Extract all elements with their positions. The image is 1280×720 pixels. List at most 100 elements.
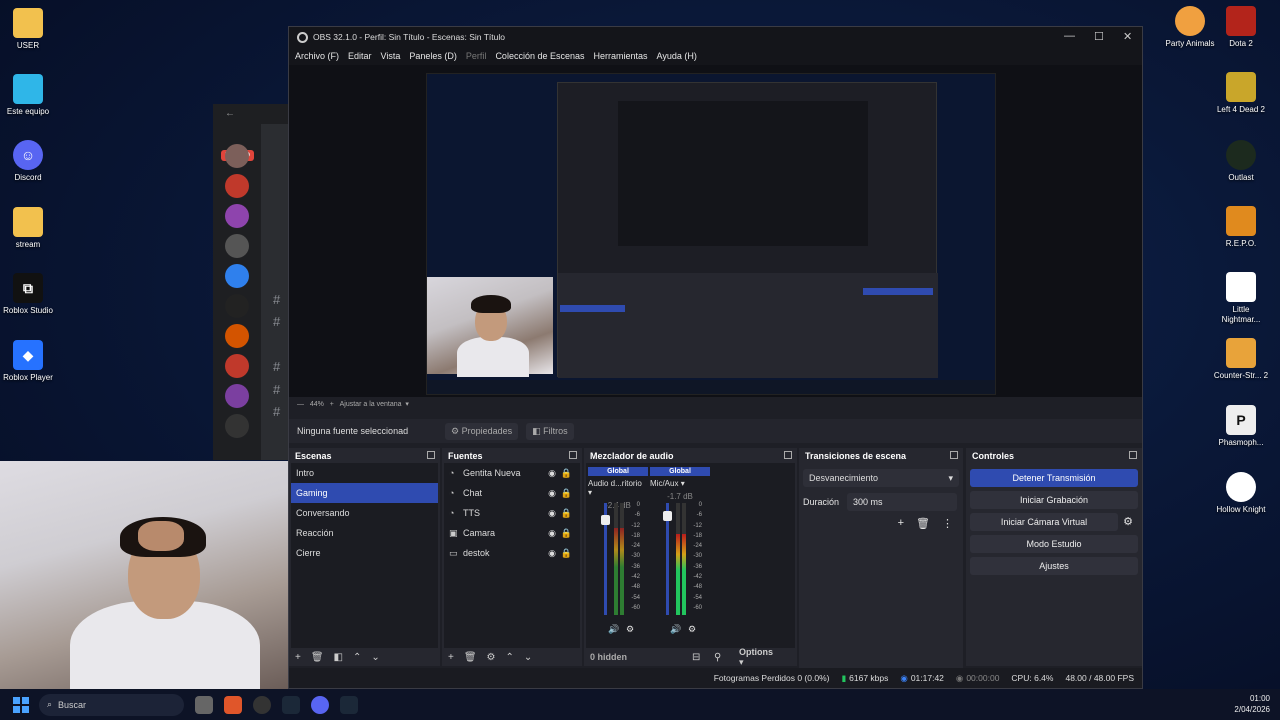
settings-icon[interactable]: ⚙	[626, 624, 634, 635]
steam-icon[interactable]	[282, 695, 300, 714]
channel-hash-icon[interactable]: #	[273, 404, 280, 419]
menu-coleccion[interactable]: Colección de Escenas	[495, 51, 584, 61]
fader-knob[interactable]	[663, 511, 672, 521]
arrow-down-icon[interactable]: ⌄	[524, 652, 532, 663]
volume-fader[interactable]	[663, 503, 672, 615]
link-icon[interactable]: ⚲	[714, 652, 721, 663]
brave-icon[interactable]	[224, 695, 242, 714]
server-icon[interactable]	[225, 174, 249, 198]
scene-item-selected[interactable]: Gaming	[291, 483, 438, 503]
channel-hash-icon[interactable]: #	[273, 382, 280, 397]
close-icon[interactable]: ✕	[1123, 30, 1132, 43]
eye-icon[interactable]: ◉	[548, 463, 556, 483]
minimize-icon[interactable]: —	[1064, 30, 1075, 42]
stop-streaming-button[interactable]: Detener Transmisión	[970, 469, 1138, 487]
desktop-icon-roblox-player[interactable]: ◆ Roblox Player	[0, 340, 56, 383]
undock-icon[interactable]	[784, 451, 792, 459]
undock-icon[interactable]	[1129, 451, 1137, 459]
speaker-icon[interactable]: 🔊	[608, 624, 619, 635]
layout-icon[interactable]: ⊟	[692, 652, 700, 663]
taskbar-search[interactable]: ⌕ Buscar	[39, 693, 184, 716]
trash-icon[interactable]: 🗑	[464, 652, 477, 663]
lock-icon[interactable]: 🔒	[561, 463, 572, 483]
desktop-icon-party-animals[interactable]: Party Animals	[1162, 6, 1218, 49]
menu-herramientas[interactable]: Herramientas	[594, 51, 648, 61]
options-button[interactable]: Options ▾	[739, 647, 787, 668]
server-icon[interactable]	[225, 234, 249, 258]
arrow-down-icon[interactable]: ⌄	[371, 652, 379, 663]
duration-input[interactable]: 300 ms	[847, 493, 958, 511]
studio-mode-button[interactable]: Modo Estudio	[970, 535, 1138, 553]
file-explorer-icon[interactable]	[195, 695, 213, 714]
discord-icon[interactable]	[311, 695, 329, 714]
trash-icon[interactable]: 🗑	[311, 652, 324, 663]
desktop-icon-outlast[interactable]: Outlast	[1213, 140, 1269, 183]
scene-item[interactable]: Reacción	[291, 523, 438, 543]
undock-icon[interactable]	[569, 451, 577, 459]
add-icon[interactable]: +	[295, 652, 301, 663]
undock-icon[interactable]	[950, 451, 958, 459]
speaker-icon[interactable]: 🔊	[670, 624, 681, 635]
desktop-icon-roblox-studio[interactable]: ⧉ Roblox Studio	[0, 273, 56, 316]
desktop-icon-cs2[interactable]: Counter-Str... 2	[1213, 338, 1269, 381]
server-icon[interactable]	[225, 324, 249, 348]
desktop-icon-l4d2[interactable]: Left 4 Dead 2	[1213, 72, 1269, 115]
desktop-icon-este-equipo[interactable]: Este equipo	[0, 74, 56, 117]
lock-icon[interactable]: 🔒	[561, 523, 572, 543]
lock-icon[interactable]: 🔒	[561, 543, 572, 563]
obs-icon[interactable]	[253, 695, 271, 714]
desktop-icon-repo[interactable]: R.E.P.O.	[1213, 206, 1269, 249]
source-item[interactable]: ▭ destok ◉ 🔒	[444, 543, 580, 563]
channel-hash-icon[interactable]: #	[273, 359, 280, 374]
menu-editar[interactable]: Editar	[348, 51, 372, 61]
start-virtual-camera-button[interactable]: Iniciar Cámara Virtual	[970, 513, 1118, 531]
channel-hash-icon[interactable]: #	[273, 292, 280, 307]
obs-window[interactable]: OBS 32.1.0 - Perfil: Sin Título - Escena…	[288, 26, 1143, 689]
add-icon[interactable]: +	[448, 652, 454, 663]
desktop-icon-discord[interactable]: ☺ Discord	[0, 140, 56, 183]
chevron-down-icon[interactable]: ▾	[681, 479, 685, 488]
system-tray[interactable]: 01:00 2/04/2026	[1234, 693, 1270, 715]
desktop-icon-little-nightmares[interactable]: Little Nightmar...	[1213, 272, 1269, 325]
gear-icon[interactable]: ⚙	[1118, 513, 1138, 531]
scene-item[interactable]: Intro	[291, 463, 438, 483]
add-icon[interactable]: +	[898, 517, 904, 530]
scene-item[interactable]: Conversando	[291, 503, 438, 523]
server-icon[interactable]	[225, 294, 249, 318]
settings-button[interactable]: Ajustes	[970, 557, 1138, 575]
transition-select[interactable]: Desvanecimiento ▾	[803, 469, 959, 487]
fit-window[interactable]: Ajustar a la ventana	[340, 401, 402, 408]
menu-ayuda[interactable]: Ayuda (H)	[657, 51, 697, 61]
lock-icon[interactable]: 🔒	[561, 483, 572, 503]
menu-vista[interactable]: Vista	[381, 51, 401, 61]
fader-knob[interactable]	[601, 515, 610, 525]
chevron-down-icon[interactable]: ▾	[588, 488, 592, 497]
start-recording-button[interactable]: Iniciar Grabación	[970, 491, 1138, 509]
arrow-up-icon[interactable]: ⌃	[506, 652, 514, 663]
source-item[interactable]: ◔ Gentita Nueva ◉ 🔒	[444, 463, 580, 483]
channel-hash-icon[interactable]: #	[273, 314, 280, 329]
server-icon[interactable]	[225, 354, 249, 378]
server-icon[interactable]	[225, 204, 249, 228]
maximize-icon[interactable]: ☐	[1094, 30, 1104, 43]
menu-archivo[interactable]: Archivo (F)	[295, 51, 339, 61]
eye-icon[interactable]: ◉	[548, 543, 556, 563]
source-item[interactable]: ▣ Camara ◉ 🔒	[444, 523, 580, 543]
source-item[interactable]: ◔ Chat ◉ 🔒	[444, 483, 580, 503]
server-icon[interactable]	[225, 264, 249, 288]
settings-icon[interactable]: ⚙	[688, 624, 696, 635]
desktop-icon-phasmophobia[interactable]: P Phasmoph...	[1213, 405, 1269, 448]
start-button[interactable]	[13, 696, 29, 713]
gear-icon[interactable]: ⚙	[487, 652, 496, 663]
undock-icon[interactable]	[427, 451, 435, 459]
arrow-up-icon[interactable]: ⌃	[353, 652, 361, 663]
desktop-icon-hollow-knight[interactable]: Hollow Knight	[1213, 472, 1269, 515]
eye-icon[interactable]: ◉	[548, 523, 556, 543]
volume-fader[interactable]	[601, 503, 610, 615]
eye-icon[interactable]: ◉	[548, 483, 556, 503]
steam-icon[interactable]	[340, 695, 358, 714]
server-icon[interactable]	[225, 144, 249, 168]
server-icon[interactable]	[225, 414, 249, 438]
eye-icon[interactable]: ◉	[548, 503, 556, 523]
lock-icon[interactable]: 🔒	[561, 503, 572, 523]
